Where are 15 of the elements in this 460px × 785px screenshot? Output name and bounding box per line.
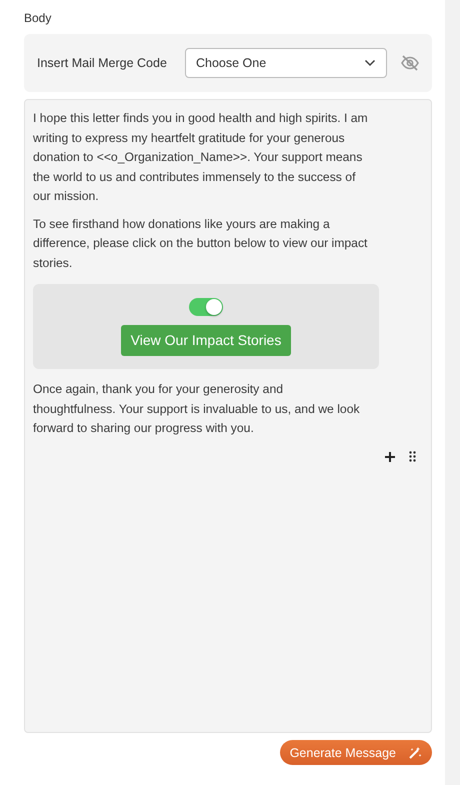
plus-icon[interactable] — [384, 450, 396, 462]
merge-code-label: Insert Mail Merge Code — [37, 56, 168, 70]
toggle-switch[interactable] — [189, 298, 223, 316]
editor-area[interactable] — [24, 99, 432, 733]
body-paragraph: To see firsthand how donations like yours are making a difference, please click on the button below to view our impact stories. — [33, 216, 368, 272]
magic-wand-icon — [408, 746, 422, 760]
body-paragraph: I hope this letter finds you in good health and high spirits. I am writing to express my heartfelt gratitude for your generous donation to <<o_Organization_Name>>. Your support means the world to us and contributes immensely to the success of our mission. — [33, 110, 369, 205]
drag-handle-icon[interactable] — [409, 451, 416, 462]
chevron-down-icon — [364, 59, 376, 67]
eye-slash-icon[interactable] — [401, 55, 419, 71]
merge-code-dropdown[interactable]: Choose One — [185, 48, 387, 78]
impact-stories-button[interactable]: View Our Impact Stories — [120, 324, 292, 356]
generate-message-button[interactable]: Generate Message — [280, 740, 432, 765]
section-label: Body — [24, 11, 52, 25]
body-paragraph: Once again, thank you for your generosity and thoughtfulness. Your support is invaluable to us, and we look forward to sharing our progress with you. — [33, 381, 361, 437]
